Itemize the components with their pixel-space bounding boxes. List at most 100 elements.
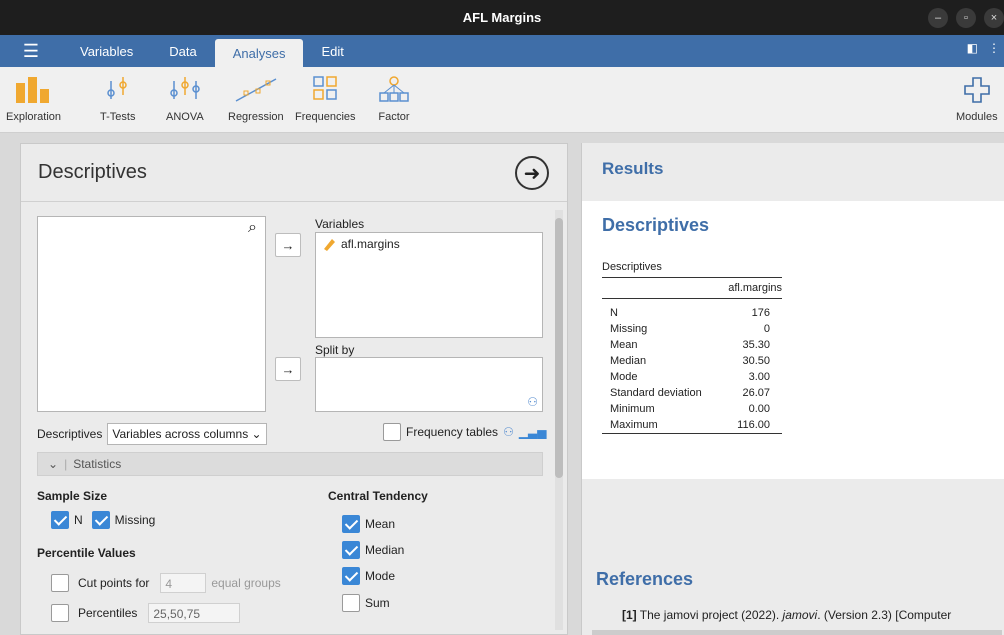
- descriptives-table: Descriptives afl.margins N 176 Missing 0 Mea…: [602, 261, 782, 434]
- options-header: Descriptives: [21, 144, 567, 202]
- results-hscrollbar[interactable]: [592, 630, 1002, 635]
- row-label: Median: [610, 355, 647, 367]
- column-header: afl.margins: [728, 282, 782, 294]
- median-checkbox[interactable]: [342, 541, 360, 559]
- scrollbar-thumb[interactable]: [555, 218, 563, 478]
- factor-label: Factor: [378, 111, 410, 123]
- percentiles-input[interactable]: 25,50,75: [148, 603, 241, 623]
- frequencies-button[interactable]: Frequencies: [295, 75, 356, 123]
- tab-variables[interactable]: Variables: [62, 35, 151, 67]
- tab-analyses[interactable]: Analyses: [214, 39, 304, 67]
- missing-label: Missing: [114, 513, 156, 527]
- cut-points-checkbox[interactable]: [51, 574, 69, 592]
- factor-button[interactable]: Factor: [378, 75, 410, 123]
- central-tendency-heading: Central Tendency: [328, 489, 428, 503]
- search-icon[interactable]: ⌕: [248, 219, 257, 237]
- move-to-variables-button[interactable]: →: [275, 233, 301, 257]
- descriptives-mode-value: Variables across columns: [112, 427, 249, 441]
- chevron-down-icon: ⌄: [251, 427, 262, 441]
- descriptives-mode-label: Descriptives: [37, 427, 103, 441]
- regression-label: Regression: [228, 111, 284, 123]
- row-label: Missing: [610, 323, 648, 335]
- row-value: 0.00: [748, 403, 770, 415]
- hamburger-menu-icon[interactable]: ☰: [0, 35, 62, 67]
- variables-label: Variables: [315, 217, 365, 231]
- minimize-icon[interactable]: –: [928, 8, 948, 28]
- maximize-icon[interactable]: ▫: [956, 8, 976, 28]
- mode-label: Mode: [365, 569, 396, 583]
- descriptives-mode-row: Descriptives Variables across columns ⌄: [37, 423, 267, 445]
- regression-button[interactable]: Regression: [228, 75, 284, 123]
- row-label: Mean: [610, 339, 638, 351]
- results-title: Results: [602, 159, 664, 178]
- variable-name: afl.margins: [341, 237, 400, 251]
- tab-edit[interactable]: Edit: [303, 35, 361, 67]
- regression-icon: [235, 78, 277, 102]
- anova-label: ANOVA: [166, 111, 204, 123]
- table-row: Maximum 116.00: [602, 417, 782, 434]
- splitby-list[interactable]: ⚇: [315, 357, 543, 412]
- ttests-icon: [106, 77, 127, 99]
- references-heading: References: [596, 569, 694, 589]
- frequencies-icon: [313, 76, 338, 100]
- available-variables-list[interactable]: ⌕: [37, 216, 266, 412]
- continuous-variable-icon: [324, 239, 335, 251]
- ttests-button[interactable]: T-Tests: [100, 75, 135, 123]
- table-row: Median 30.50: [602, 353, 782, 369]
- sample-size-heading: Sample Size: [37, 489, 108, 503]
- table-caption: Descriptives: [602, 261, 662, 273]
- percentiles-checkbox[interactable]: [51, 604, 69, 622]
- move-to-splitby-button[interactable]: →: [275, 357, 301, 381]
- modules-label: Modules: [956, 111, 998, 123]
- sum-label: Sum: [365, 596, 390, 610]
- row-label: Mode: [610, 371, 638, 383]
- mean-checkbox[interactable]: [342, 515, 360, 533]
- reference-number: [1]: [622, 608, 637, 622]
- anova-icon: [170, 77, 200, 99]
- table-row: Mode 3.00: [602, 369, 782, 385]
- close-icon[interactable]: ×: [984, 8, 1004, 28]
- modules-button[interactable]: Modules: [956, 75, 998, 123]
- variables-list[interactable]: afl.margins: [315, 232, 543, 338]
- row-value: 176: [751, 307, 770, 319]
- cut-points-input[interactable]: 4: [160, 573, 207, 593]
- table-row: Mean 35.30: [602, 337, 782, 353]
- reference-software: jamovi: [782, 608, 818, 622]
- sum-checkbox[interactable]: [342, 594, 360, 612]
- title-bar: AFL Margins – ▫ ×: [0, 0, 1004, 35]
- more-options-icon[interactable]: ⋮: [988, 41, 1000, 55]
- analysis-ribbon: Exploration T-Tests ANOVA Regression Fre…: [0, 67, 1004, 133]
- results-panel: Results Descriptives Descriptives afl.ma…: [581, 143, 1004, 635]
- cut-points-label: Cut points for: [78, 576, 150, 590]
- frequency-tables-row: Frequency tables ⚇ ▁▃▅: [383, 423, 547, 441]
- row-label: Standard deviation: [610, 387, 702, 399]
- mode-checkbox[interactable]: [342, 567, 360, 585]
- sum-row: Sum: [342, 594, 390, 612]
- options-scrollbar[interactable]: [555, 210, 563, 630]
- list-item[interactable]: afl.margins: [322, 237, 400, 251]
- window-title: AFL Margins: [462, 10, 542, 25]
- close-options-icon[interactable]: ➜: [515, 156, 549, 190]
- plus-icon: [963, 77, 990, 103]
- statistics-label: Statistics: [73, 457, 122, 471]
- row-value: 3.00: [748, 371, 770, 383]
- median-row: Median: [342, 541, 404, 559]
- row-label: Minimum: [610, 403, 655, 415]
- results-descriptives-block[interactable]: Descriptives Descriptives afl.margins N 1…: [582, 201, 1004, 479]
- frequency-tables-checkbox[interactable]: [383, 423, 401, 441]
- percentile-values-heading: Percentile Values: [37, 546, 136, 560]
- table-row: Missing 0: [602, 321, 782, 337]
- options-title: Descriptives: [38, 161, 147, 183]
- results-mode-icon[interactable]: ◧: [967, 41, 978, 55]
- n-checkbox[interactable]: [51, 511, 69, 529]
- anova-button[interactable]: ANOVA: [166, 75, 204, 123]
- statistics-section-header[interactable]: ⌄ | Statistics: [37, 452, 543, 476]
- table-row: N 176: [602, 299, 782, 322]
- exploration-button[interactable]: Exploration: [6, 75, 61, 123]
- missing-checkbox[interactable]: [91, 511, 110, 529]
- bar-chart-icon: ▁▃▅: [518, 425, 547, 439]
- reference-item: [1] The jamovi project (2022). jamovi. (…: [622, 608, 951, 622]
- options-panel: Descriptives ➜ ⌕ → Variables afl.margins…: [20, 143, 568, 635]
- tab-data[interactable]: Data: [151, 35, 214, 67]
- descriptives-mode-select[interactable]: Variables across columns ⌄: [107, 423, 267, 445]
